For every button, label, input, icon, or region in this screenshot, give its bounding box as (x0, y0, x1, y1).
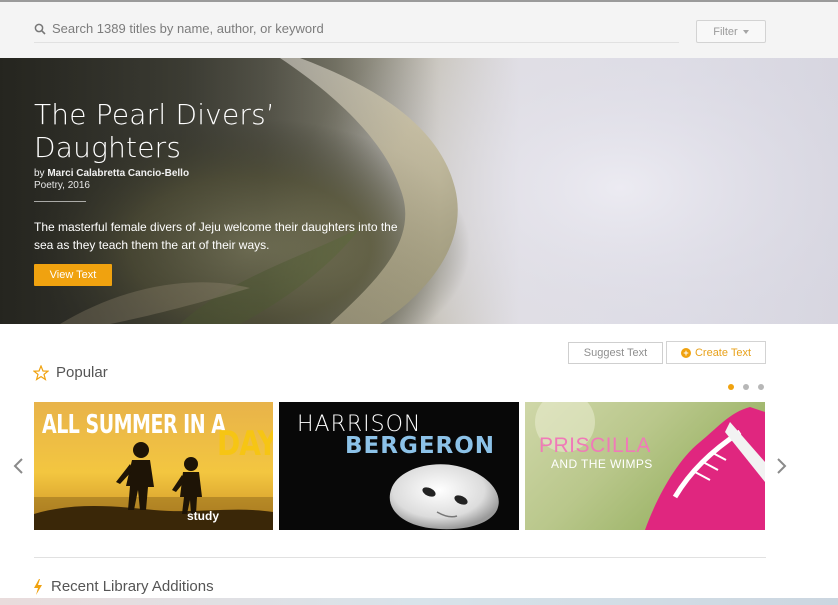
chevron-left-icon[interactable] (12, 458, 24, 474)
popular-card-harrison-bergeron[interactable]: HARRISON BERGERON (279, 402, 519, 530)
card-title: ALL SUMMER IN A (42, 410, 226, 440)
filter-button[interactable]: Filter (696, 20, 766, 43)
top-search-bar: Filter (0, 0, 838, 58)
suggest-text-button[interactable]: Suggest Text (568, 342, 663, 364)
hero-by-prefix: by (34, 168, 45, 179)
view-text-button[interactable]: View Text (34, 264, 112, 286)
create-text-label: Create Text (694, 346, 752, 359)
popular-card-priscilla-and-the-wimps[interactable]: PRISCILLA AND THE WIMPS (525, 402, 765, 530)
hero-author-line: by Marci Calabretta Cancio-Bello (34, 168, 414, 179)
hero-title[interactable]: The Pearl Divers’ Daughters (34, 98, 414, 164)
carousel-dots (728, 384, 764, 390)
card-subtitle: AND THE WIMPS (551, 457, 653, 471)
bolt-icon (34, 578, 42, 595)
chevron-right-icon[interactable] (776, 458, 788, 474)
search-input[interactable] (52, 21, 652, 36)
popular-heading-text: Popular (56, 364, 108, 381)
hero-genre-year: Poetry, 2016 (34, 180, 90, 191)
card-title: PRISCILLA (539, 434, 651, 457)
search-icon (34, 23, 46, 35)
hero-author[interactable]: Marci Calabretta Cancio-Bello (47, 168, 189, 179)
plus-circle-icon: + (680, 347, 691, 358)
hero-description: The masterful female divers of Jeju welc… (34, 220, 398, 252)
featured-hero: The Pearl Divers’ Daughters by Marci Cal… (0, 58, 838, 324)
caret-down-icon (742, 29, 749, 34)
section-divider (34, 557, 766, 558)
recent-additions-heading: Recent Library Additions (33, 578, 214, 595)
hero-title-line2: Daughters (34, 131, 182, 164)
filter-label: Filter (713, 25, 738, 38)
hero-divider (34, 201, 86, 202)
star-icon (33, 364, 49, 381)
recent-additions-preview-strip (0, 598, 838, 605)
study-badge: study (187, 509, 220, 523)
popular-card-all-summer-in-a-day[interactable]: ALL SUMMER IN A DAY study (34, 402, 273, 530)
white-mask-image (389, 464, 499, 530)
hero-content: The Pearl Divers’ Daughters by Marci Cal… (34, 98, 414, 286)
card-title-accent: DAY (217, 424, 273, 464)
hero-title-line1: The Pearl Divers’ (34, 98, 275, 131)
carousel-dot[interactable] (743, 384, 749, 390)
popular-heading: Popular (33, 364, 108, 381)
carousel-dot[interactable] (728, 384, 734, 390)
create-text-button[interactable]: + Create Text (666, 341, 766, 364)
search-field[interactable] (34, 15, 679, 43)
recent-heading-text: Recent Library Additions (51, 578, 214, 595)
carousel-dot[interactable] (758, 384, 764, 390)
